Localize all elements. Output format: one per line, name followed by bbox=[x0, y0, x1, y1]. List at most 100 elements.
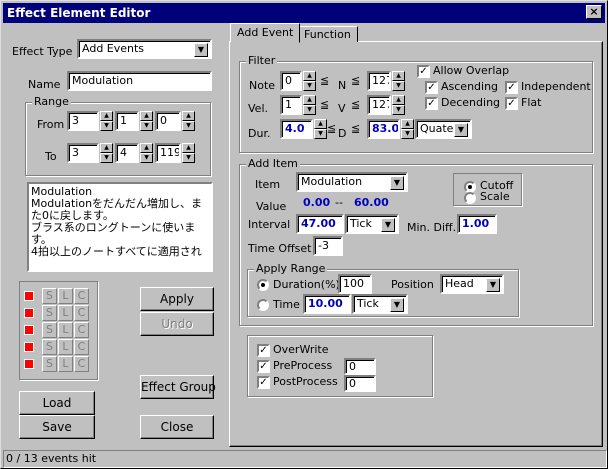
save-button[interactable]: Save bbox=[19, 415, 95, 439]
up-icon[interactable]: ▲ bbox=[392, 71, 405, 81]
undo-button[interactable]: Undo bbox=[140, 312, 214, 336]
dur-unit-select[interactable]: Quater ▼ bbox=[415, 119, 472, 139]
independent-checkbox[interactable]: ✓ bbox=[505, 81, 518, 94]
down-icon[interactable]: ▼ bbox=[314, 129, 327, 139]
track-color-swatch[interactable] bbox=[24, 325, 34, 335]
down-icon[interactable]: ▼ bbox=[392, 105, 405, 115]
effect-type-select[interactable]: Add Events ▼ bbox=[77, 39, 212, 59]
item-select[interactable]: Modulation ▼ bbox=[296, 172, 408, 192]
down-icon[interactable]: ▼ bbox=[303, 105, 316, 115]
apply-button[interactable]: Apply bbox=[140, 287, 214, 311]
effect-group-button[interactable]: Effect Group bbox=[140, 375, 216, 399]
to-beat-input[interactable]: 4 bbox=[115, 143, 139, 163]
to-measure-input[interactable]: 3 bbox=[67, 143, 99, 163]
up-icon[interactable]: ▲ bbox=[182, 111, 195, 121]
chevron-down-icon[interactable]: ▼ bbox=[194, 43, 208, 57]
from-beat-input[interactable]: 1 bbox=[115, 111, 139, 131]
track-color-swatch[interactable] bbox=[24, 291, 34, 301]
solo-button[interactable]: S bbox=[42, 339, 57, 355]
preprocess-checkbox[interactable]: ✓ bbox=[257, 360, 270, 373]
min-diff-input[interactable]: 1.00 bbox=[457, 214, 497, 234]
clear-button[interactable]: C bbox=[74, 339, 89, 355]
note-max-input[interactable]: 127 bbox=[367, 71, 391, 91]
interval-unit-select[interactable]: Tick ▼ bbox=[345, 214, 399, 234]
lock-button[interactable]: L bbox=[58, 288, 73, 304]
chevron-down-icon[interactable]: ▼ bbox=[486, 278, 500, 292]
solo-button[interactable]: S bbox=[42, 322, 57, 338]
chevron-down-icon[interactable]: ▼ bbox=[390, 176, 404, 190]
postprocess-checkbox[interactable]: ✓ bbox=[257, 376, 270, 389]
note-min-spinner[interactable]: ▲ ▼ bbox=[303, 71, 316, 91]
clear-button[interactable]: C bbox=[74, 322, 89, 338]
chevron-down-icon[interactable]: ▼ bbox=[454, 123, 468, 137]
down-icon[interactable]: ▼ bbox=[401, 129, 414, 139]
lock-button[interactable]: L bbox=[58, 305, 73, 321]
chevron-down-icon[interactable]: ▼ bbox=[381, 218, 395, 232]
up-icon[interactable]: ▲ bbox=[100, 111, 113, 121]
duration-input[interactable]: 100 bbox=[338, 274, 372, 294]
dur-max-spinner[interactable]: ▲ ▼ bbox=[401, 119, 414, 139]
tab-function[interactable]: Function bbox=[297, 26, 358, 42]
from-measure-input[interactable]: 3 bbox=[67, 111, 99, 131]
track-row[interactable]: SLC bbox=[20, 356, 92, 372]
scale-radio[interactable] bbox=[464, 192, 476, 204]
note-min-input[interactable]: 0 bbox=[280, 71, 302, 91]
track-row[interactable]: SLC bbox=[20, 305, 92, 321]
up-icon[interactable]: ▲ bbox=[303, 95, 316, 105]
dur-max-input[interactable]: 83.0 bbox=[367, 119, 400, 139]
from-tick-input[interactable]: 0 bbox=[155, 111, 181, 131]
vel-min-spinner[interactable]: ▲ ▼ bbox=[303, 95, 316, 115]
up-icon[interactable]: ▲ bbox=[392, 95, 405, 105]
solo-button[interactable]: S bbox=[42, 305, 57, 321]
lock-button[interactable]: L bbox=[58, 356, 73, 372]
clear-button[interactable]: C bbox=[74, 356, 89, 372]
dur-min-input[interactable]: 4.0 bbox=[280, 119, 313, 139]
allow-overlap-checkbox[interactable]: ✓ bbox=[417, 65, 430, 78]
clear-button[interactable]: C bbox=[74, 288, 89, 304]
up-icon[interactable]: ▲ bbox=[303, 71, 316, 81]
overwrite-checkbox[interactable]: ✓ bbox=[257, 344, 270, 357]
preprocess-input[interactable]: 0 bbox=[344, 358, 376, 375]
note-max-spinner[interactable]: ▲ ▼ bbox=[392, 71, 405, 91]
interval-input[interactable]: 47.00 bbox=[296, 214, 344, 234]
up-icon[interactable]: ▲ bbox=[140, 143, 153, 153]
down-icon[interactable]: ▼ bbox=[182, 153, 195, 163]
ascending-checkbox[interactable]: ✓ bbox=[425, 81, 438, 94]
decending-checkbox[interactable]: ✓ bbox=[425, 97, 438, 110]
down-icon[interactable]: ▼ bbox=[100, 153, 113, 163]
position-select[interactable]: Head ▼ bbox=[440, 274, 504, 294]
down-icon[interactable]: ▼ bbox=[392, 81, 405, 91]
close-button[interactable]: Close bbox=[140, 415, 214, 439]
chevron-down-icon[interactable]: ▼ bbox=[390, 298, 404, 312]
vel-max-input[interactable]: 127 bbox=[367, 95, 391, 115]
down-icon[interactable]: ▼ bbox=[303, 81, 316, 91]
up-icon[interactable]: ▲ bbox=[182, 143, 195, 153]
load-button[interactable]: Load bbox=[19, 391, 95, 415]
up-icon[interactable]: ▲ bbox=[100, 143, 113, 153]
time-offset-input[interactable]: -3 bbox=[313, 236, 343, 256]
time-unit-select[interactable]: Tick ▼ bbox=[352, 294, 408, 314]
down-icon[interactable]: ▼ bbox=[100, 121, 113, 131]
solo-button[interactable]: S bbox=[42, 356, 57, 372]
vel-max-spinner[interactable]: ▲ ▼ bbox=[392, 95, 405, 115]
up-icon[interactable]: ▲ bbox=[314, 119, 327, 129]
track-color-swatch[interactable] bbox=[24, 342, 34, 352]
value-to[interactable]: 60.00 bbox=[354, 196, 389, 210]
clear-button[interactable]: C bbox=[74, 305, 89, 321]
track-color-swatch[interactable] bbox=[24, 308, 34, 318]
postprocess-input[interactable]: 0 bbox=[344, 375, 376, 392]
name-input[interactable]: Modulation bbox=[67, 71, 212, 91]
description-memo[interactable]: Modulation Modulationをだんだん増加し、また0に戻します。 … bbox=[27, 182, 213, 272]
to-tick-spinner[interactable]: ▲ ▼ bbox=[182, 143, 195, 163]
time-radio[interactable] bbox=[257, 299, 269, 311]
down-icon[interactable]: ▼ bbox=[182, 121, 195, 131]
up-icon[interactable]: ▲ bbox=[140, 111, 153, 121]
tab-add-event[interactable]: Add Event bbox=[230, 23, 301, 43]
time-input[interactable]: 10.00 bbox=[303, 294, 351, 314]
down-icon[interactable]: ▼ bbox=[140, 121, 153, 131]
track-color-swatch[interactable] bbox=[24, 359, 34, 369]
track-row[interactable]: SLC bbox=[20, 339, 92, 355]
solo-button[interactable]: S bbox=[42, 288, 57, 304]
vel-min-input[interactable]: 1 bbox=[280, 95, 302, 115]
down-icon[interactable]: ▼ bbox=[140, 153, 153, 163]
